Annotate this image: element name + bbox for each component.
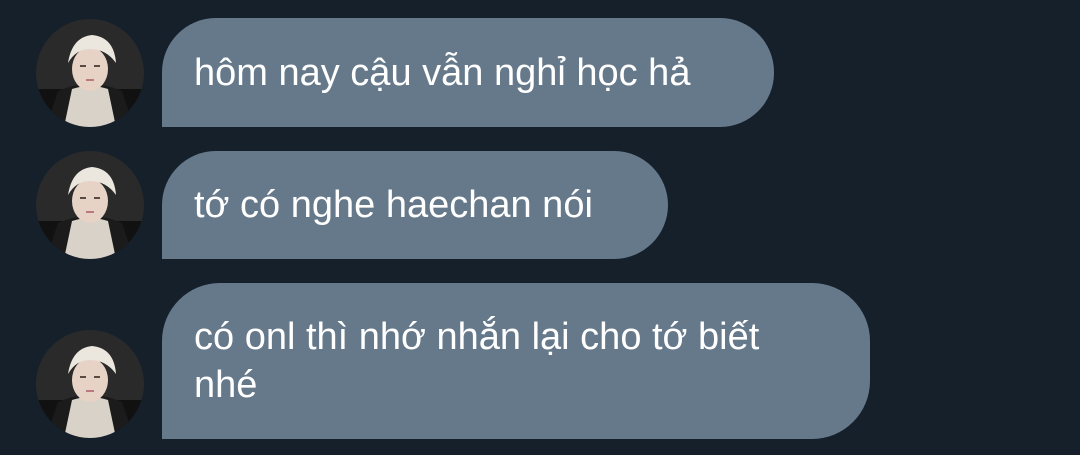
sender-avatar[interactable] bbox=[36, 151, 144, 259]
message-text: tớ có nghe haechan nói bbox=[194, 184, 593, 226]
user-avatar-icon bbox=[36, 151, 144, 259]
user-avatar-icon bbox=[36, 19, 144, 127]
message-thread: hôm nay cậu vẫn nghỉ học hả tớ có nghe h… bbox=[0, 0, 1080, 455]
sender-avatar[interactable] bbox=[36, 330, 144, 438]
user-avatar-icon bbox=[36, 330, 144, 438]
sender-avatar[interactable] bbox=[36, 19, 144, 127]
message-bubble[interactable]: tớ có nghe haechan nói bbox=[162, 151, 668, 259]
message-bubble[interactable]: hôm nay cậu vẫn nghỉ học hả bbox=[162, 18, 774, 127]
message-text: hôm nay cậu vẫn nghỉ học hả bbox=[194, 51, 691, 94]
message-bubble[interactable]: có onl thì nhớ nhắn lại cho tớ biết nhé bbox=[162, 283, 870, 439]
message-text: có onl thì nhớ nhắn lại cho tớ biết nhé bbox=[194, 316, 760, 406]
